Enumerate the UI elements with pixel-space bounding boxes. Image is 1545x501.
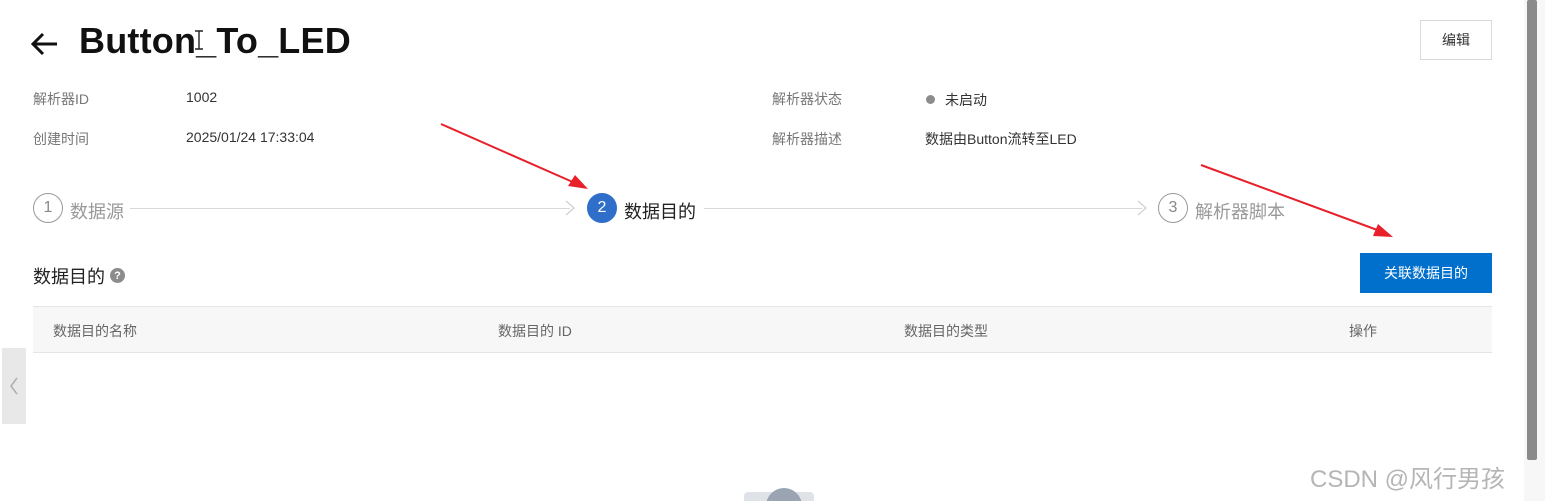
- created-time-value: 2025/01/24 17:33:04: [186, 129, 315, 145]
- column-header-actions: 操作: [1349, 323, 1377, 339]
- link-destination-button[interactable]: 关联数据目的: [1360, 253, 1492, 293]
- step-connector-line: [704, 208, 1142, 209]
- watermark: CSDN @风行男孩: [1310, 466, 1506, 493]
- bottom-action-icon[interactable]: [766, 488, 802, 501]
- back-arrow-icon[interactable]: [30, 28, 62, 60]
- annotation-arrow-head: [568, 175, 588, 189]
- chevron-left-icon: [10, 377, 18, 395]
- page-title: Button_To_LED: [79, 20, 351, 61]
- annotation-arrow-line: [440, 123, 576, 184]
- step-3-label[interactable]: 解析器脚本: [1195, 198, 1285, 224]
- table-header: 数据目的名称 数据目的 ID 数据目的类型 操作: [33, 306, 1492, 353]
- step-arrow-icon: [565, 200, 575, 216]
- step-2-label[interactable]: 数据目的: [624, 198, 696, 224]
- column-header-name: 数据目的名称: [53, 323, 137, 339]
- step-connector-line: [130, 208, 570, 209]
- parser-status-value: 未启动: [945, 92, 987, 108]
- scrollbar-thumb[interactable]: [1527, 0, 1537, 460]
- parser-desc-value: 数据由Button流转至LED: [925, 131, 1077, 147]
- sidebar-collapse-tab[interactable]: [2, 348, 26, 424]
- step-2-number[interactable]: 2: [587, 193, 617, 223]
- edit-button[interactable]: 编辑: [1420, 20, 1492, 60]
- created-time-label: 创建时间: [33, 131, 89, 147]
- parser-id-value: 1002: [186, 89, 218, 105]
- step-1-number[interactable]: 1: [33, 193, 63, 223]
- step-3-number[interactable]: 3: [1158, 193, 1188, 223]
- column-header-type: 数据目的类型: [904, 323, 988, 339]
- parser-id-label: 解析器ID: [33, 91, 89, 107]
- parser-detail-page: Button_To_LED 编辑 解析器ID 1002 解析器状态 未启动 创建…: [0, 0, 1545, 501]
- column-header-id: 数据目的 ID: [498, 323, 572, 339]
- parser-status-label: 解析器状态: [772, 91, 842, 107]
- text-cursor-icon: [193, 30, 205, 50]
- step-1-label[interactable]: 数据源: [70, 198, 124, 224]
- step-arrow-icon: [1137, 200, 1147, 216]
- annotation-arrow-head: [1373, 224, 1393, 237]
- help-icon[interactable]: ?: [110, 268, 125, 283]
- parser-desc-label: 解析器描述: [772, 131, 842, 147]
- annotation-arrows: [440, 123, 1393, 237]
- status-dot-icon: [926, 95, 935, 104]
- section-title: 数据目的: [33, 267, 105, 287]
